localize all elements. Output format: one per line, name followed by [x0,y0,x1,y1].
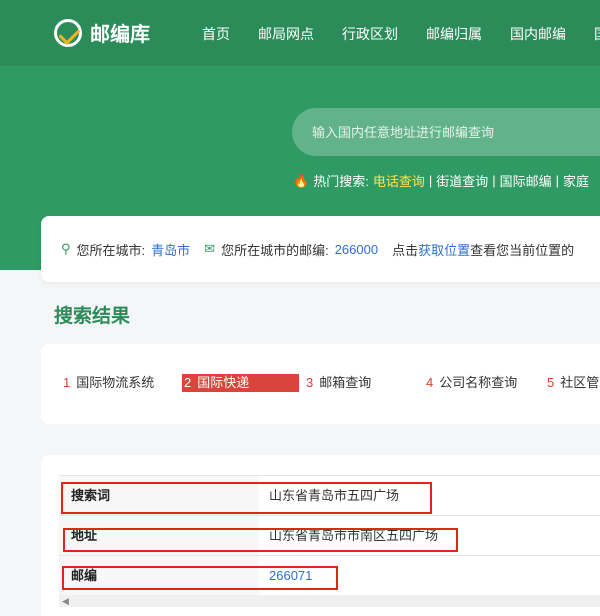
tab-number: 3 [306,375,314,390]
nav-admin-divisions[interactable]: 行政区划 [342,24,398,44]
tab-number: 2 [184,375,192,390]
hot-link-street[interactable]: 街道查询 [436,171,488,190]
separator: | [428,173,433,188]
logo-check-icon [54,18,82,47]
logo-text: 邮编库 [90,24,150,46]
highlight-zip [62,566,338,590]
tab-mailbox-query[interactable]: 3 邮箱查询 [304,374,373,392]
tab-label: 邮箱查询 [319,375,372,390]
location-pin-icon: ⚲ [61,241,71,256]
tab-community[interactable]: 5 社区管 [545,374,600,392]
top-navbar: 邮编库 首页 邮局网点 行政区划 邮编归属 国内邮编 国 [0,0,600,66]
mail-icon: ✉ [204,241,216,256]
tab-intl-express[interactable]: 2 国际快递 [182,374,299,392]
tab-label: 国际快递 [197,375,250,390]
highlight-address [63,528,458,552]
get-location-link[interactable]: 获取位置 [418,240,470,259]
horizontal-scrollbar[interactable]: ◀ [59,595,600,607]
hot-link-intl-zip[interactable]: 国际邮编 [500,171,552,190]
scroll-left-icon[interactable]: ◀ [62,595,69,607]
separator: | [555,173,560,188]
result-tabs: 1 国际物流系统 2 国际快递 3 邮箱查询 4 公司名称查询 5 社区管 [41,344,600,424]
site-logo[interactable]: 邮编库 [54,18,150,47]
nav-zip-ownership[interactable]: 邮编归属 [426,24,482,44]
tab-label: 社区管 [560,375,600,390]
search-box [292,108,600,156]
tab-label: 国际物流系统 [76,375,155,390]
nav-more[interactable]: 国 [594,24,600,44]
hint-suffix: 查看您当前位置的 [470,242,575,258]
nav-post-offices[interactable]: 邮局网点 [258,24,314,44]
flame-icon: 🔥 [293,172,310,188]
main-nav: 首页 邮局网点 行政区划 邮编归属 国内邮编 国 [202,24,600,44]
tab-number: 4 [426,375,434,390]
results-title: 搜索结果 [54,306,131,327]
tab-number: 5 [547,375,555,390]
tab-number: 1 [63,375,71,390]
separator: | [492,173,496,188]
hot-link-phone[interactable]: 电话查询 [373,171,425,190]
city-label: 您所在城市: [76,242,146,258]
current-city[interactable]: 青岛市 [151,240,190,259]
location-bar: ⚲ 您所在城市: 青岛市 ✉ 您所在城市的邮编: 266000 点击 获取位置 … [41,216,600,282]
hot-search-label: 热门搜索: [313,174,369,189]
tab-intl-logistics[interactable]: 1 国际物流系统 [61,374,156,392]
hot-link-family[interactable]: 家庭 [563,171,589,190]
nav-home[interactable]: 首页 [202,24,230,44]
nav-domestic-zip[interactable]: 国内邮编 [510,24,566,44]
search-input[interactable] [292,108,600,156]
current-zip[interactable]: 266000 [335,242,378,257]
tab-label: 公司名称查询 [439,375,518,390]
hot-search: 🔥 热门搜索: 电话查询 | 街道查询 | 国际邮编 | 家庭 [293,171,589,190]
tab-company-name[interactable]: 4 公司名称查询 [424,374,519,392]
highlight-search-term [61,482,432,514]
zip-label: 您所在城市的邮编: [221,242,329,258]
hint-prefix: 点击 [392,242,419,258]
